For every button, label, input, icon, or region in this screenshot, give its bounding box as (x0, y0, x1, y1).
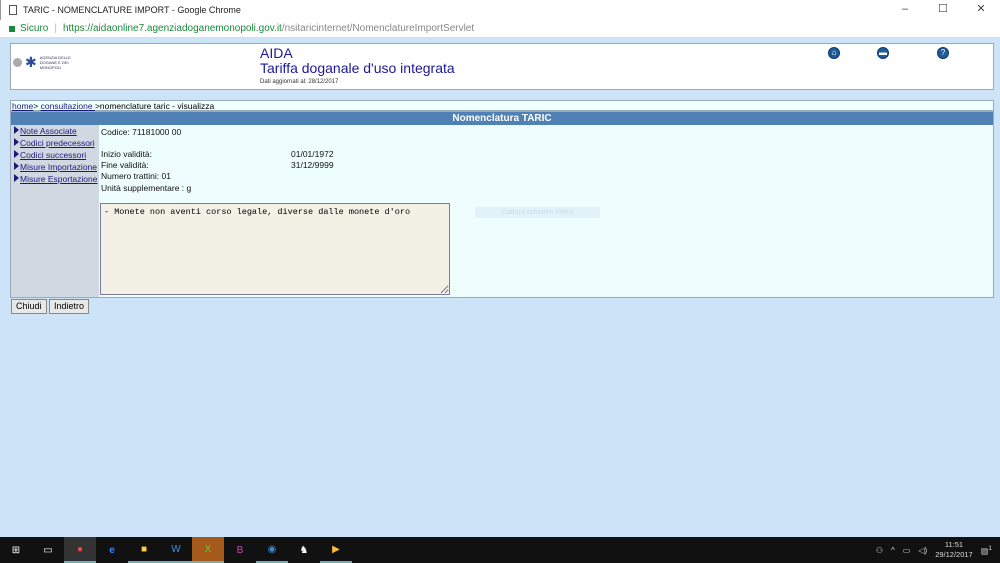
agency-logo: ✱AGENZIA DELLE DOGANE E DEI MONOPOLI (13, 54, 80, 71)
system-tray: ⚇ ^ ▭ ◁) 11:5129/12/2017 ▤1 (876, 537, 992, 563)
date: 29/12/2017 (935, 550, 973, 560)
clock[interactable]: 11:5129/12/2017 (935, 540, 973, 560)
breadcrumb-sep: > (33, 101, 40, 111)
link-misure-importazione[interactable]: Misure Importazione (11, 161, 99, 173)
url-host[interactable]: https://aidaonline7.agenziadoganemonopol… (63, 23, 282, 34)
start-icon[interactable]: ⊞ (0, 537, 32, 563)
update-date: Dati aggiornati al: 28/12/2017 (260, 79, 338, 85)
side-menu: Note Associate Codici predecessori Codic… (11, 125, 99, 297)
nomenclature-panel: Nomenclatura TARIC Note Associate Codici… (10, 111, 994, 298)
notifications-icon[interactable]: ▤1 (981, 545, 992, 556)
excel-icon[interactable]: X (192, 537, 224, 563)
breadcrumb: home> consultazione >nomenclature taric … (10, 100, 994, 111)
edge-icon[interactable]: e (96, 537, 128, 563)
code: Codice: 71181000 00 (101, 127, 181, 137)
outlook-icon[interactable]: ◉ (256, 537, 288, 563)
page-icon (9, 5, 17, 15)
screen-capture-overlay: Cattura schermo intero (475, 207, 600, 218)
start-date: 01/01/1972 (291, 149, 334, 159)
file-explorer-icon[interactable]: ■ (128, 537, 160, 563)
end-date: 31/12/9999 (291, 160, 334, 170)
taskbar: ⊞ ▭ ● e ■ W X B ◉ ♞ ▶ ⚇ ^ ▭ ◁) 11:5129/1… (0, 537, 1000, 563)
app-icon[interactable]: B (224, 537, 256, 563)
back-button[interactable]: Indietro (49, 299, 89, 314)
window-title: TARIC - NOMENCLATURE IMPORT - Google Chr… (23, 5, 241, 15)
link-codici-successori[interactable]: Codici successori (11, 149, 99, 161)
address-bar[interactable]: Sicuro | https://aidaonline7.agenziadoga… (0, 20, 1000, 38)
people-icon[interactable]: ⚇ (876, 546, 883, 555)
dash-count: Numero trattini: 01 (101, 171, 171, 181)
app3-icon[interactable]: ▶ (320, 537, 352, 563)
supplementary-unit: Unità supplementare : g (101, 183, 191, 193)
app-subtitle: Tariffa doganale d'uso integrata (260, 61, 455, 76)
maximize-button[interactable]: ☐ (924, 0, 962, 18)
volume-icon[interactable]: ◁) (918, 546, 927, 555)
notification-count: 1 (988, 545, 992, 552)
close-button[interactable]: Chiudi (11, 299, 47, 314)
lock-icon (9, 26, 15, 32)
breadcrumb-current: >nomenclature taric - visualizza (95, 101, 214, 111)
breadcrumb-home[interactable]: home (12, 101, 33, 111)
minimize-button[interactable]: – (886, 0, 924, 18)
site-header: ✱AGENZIA DELLE DOGANE E DEI MONOPOLI AID… (10, 43, 994, 90)
network-icon[interactable]: ▭ (903, 546, 911, 555)
task-view-icon[interactable]: ▭ (32, 537, 64, 563)
url-path[interactable]: /nsitaricinternet/NomenclatureImportServ… (282, 23, 474, 34)
chrome-icon[interactable]: ● (64, 537, 96, 563)
chevron-up-icon[interactable]: ^ (891, 546, 895, 555)
close-window-button[interactable]: ✕ (962, 0, 1000, 18)
breadcrumb-consultazione[interactable]: consultazione (41, 101, 95, 111)
word-icon[interactable]: W (160, 537, 192, 563)
end-label: Fine validità: (101, 160, 149, 170)
description-textarea[interactable]: - Monete non aventi corso legale, divers… (100, 203, 450, 295)
home-icon[interactable]: ⌂ (828, 47, 840, 59)
secure-label: Sicuro (20, 23, 48, 34)
help-icon[interactable]: ? (937, 47, 949, 59)
app2-icon[interactable]: ♞ (288, 537, 320, 563)
link-note-associate[interactable]: Note Associate (11, 125, 99, 137)
link-codici-predecessori[interactable]: Codici predecessori (11, 137, 99, 149)
time: 11:51 (935, 540, 973, 550)
link-misure-esportazione[interactable]: Misure Esportazione (11, 173, 99, 185)
app-title: AIDA (260, 46, 455, 61)
start-label: Inizio validità: (101, 149, 152, 159)
print-icon[interactable]: ▬ (877, 47, 889, 59)
window-titlebar: TARIC - NOMENCLATURE IMPORT - Google Chr… (0, 0, 1000, 20)
panel-title: Nomenclatura TARIC (11, 112, 993, 125)
